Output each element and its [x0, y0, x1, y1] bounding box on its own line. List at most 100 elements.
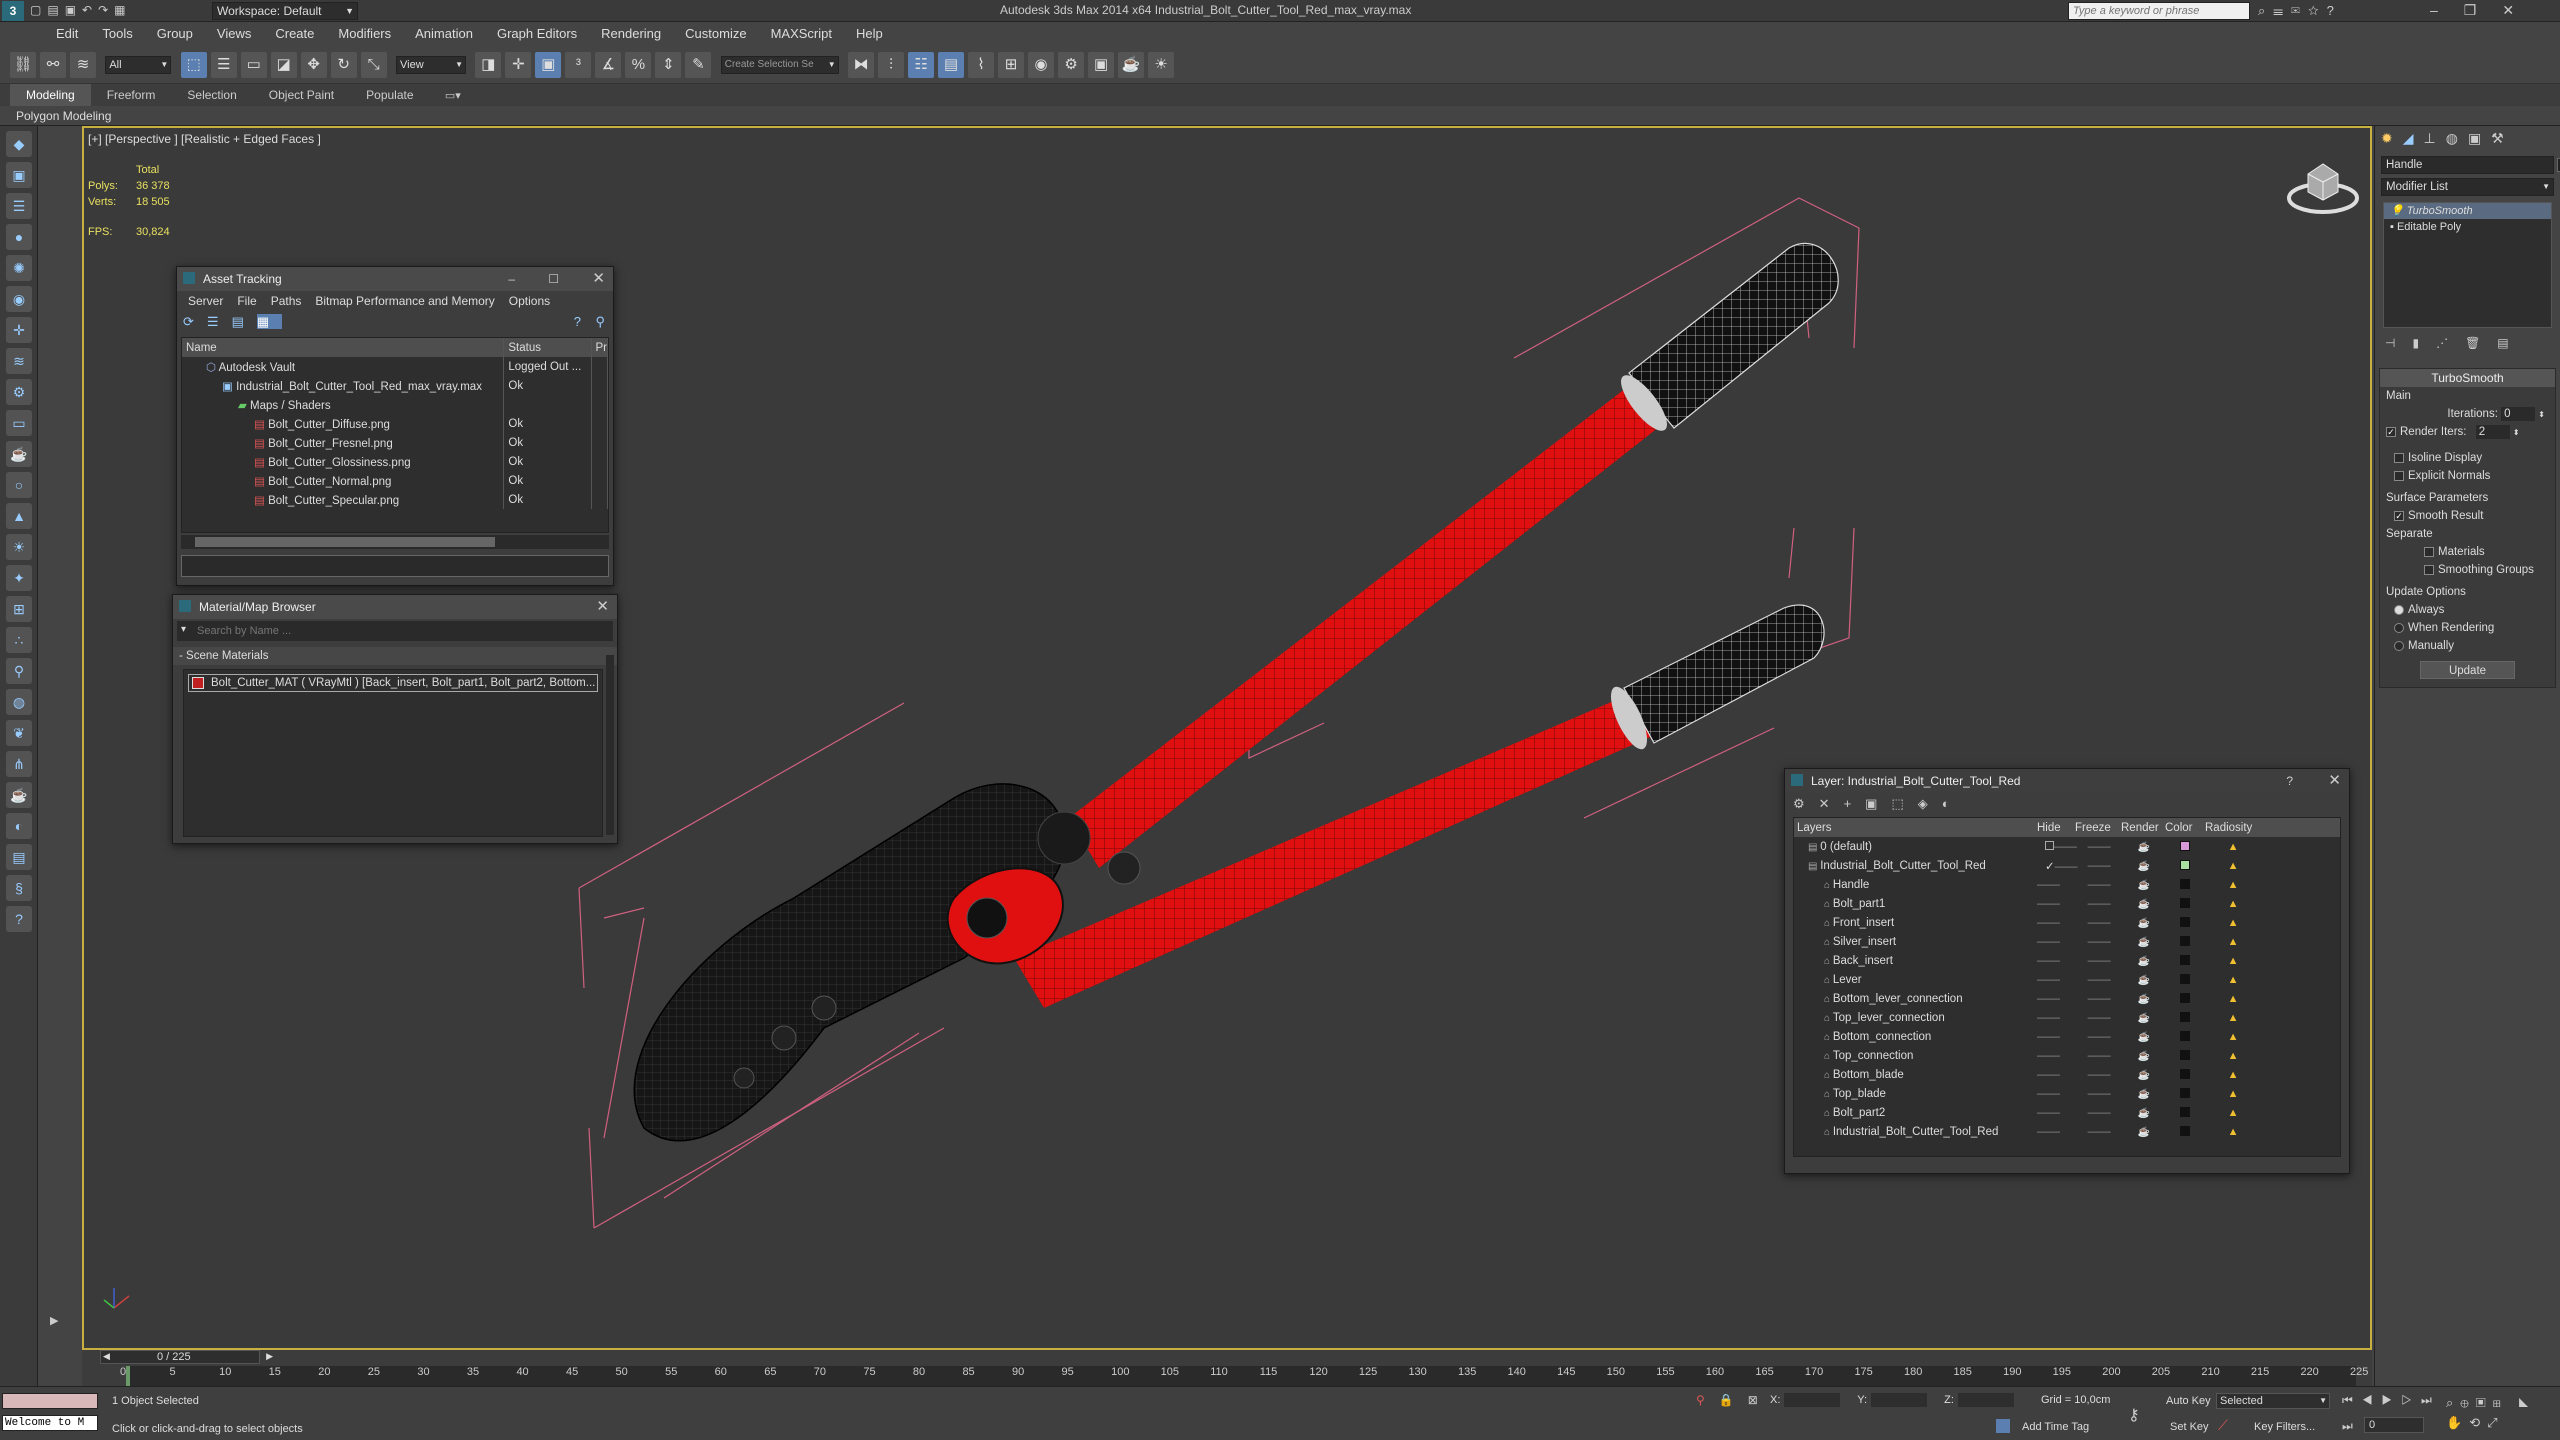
plane-icon[interactable]: ▭	[6, 410, 32, 436]
layer-row[interactable]: ⌂ Top_blade —— —— ☕ ▲	[1794, 1084, 2340, 1103]
hide-all-layers-icon[interactable]: ◐	[1942, 796, 1964, 811]
layer-color-swatch[interactable]	[2179, 1069, 2190, 1080]
menu-help[interactable]: Help	[844, 22, 895, 46]
menu-animation[interactable]: Animation	[403, 22, 485, 46]
field-of-view-icon[interactable]: ◣	[2519, 1395, 2536, 1410]
layer-color-swatch[interactable]	[2179, 917, 2190, 928]
sun-icon[interactable]: ☀	[6, 534, 32, 560]
lock-selection-icon[interactable]: 🔒	[1719, 1393, 1748, 1407]
menu-rendering[interactable]: Rendering	[589, 22, 673, 46]
ribbon-options-icon[interactable]: ▭▾	[445, 90, 461, 102]
motion-tab-icon[interactable]: ◍	[2446, 130, 2468, 146]
select-and-rotate-icon[interactable]: ↻	[330, 52, 357, 78]
hide-toggle[interactable]: ——	[2037, 1012, 2060, 1024]
globe-icon[interactable]: ◍	[6, 689, 32, 715]
modifier-list-dropdown[interactable]: Modifier List ▼	[2381, 178, 2554, 196]
layer-row[interactable]: ⌂ Bottom_blade —— —— ☕ ▲	[1794, 1065, 2340, 1084]
add-time-tag[interactable]: Add Time Tag	[2022, 1421, 2089, 1433]
percent-snap-icon[interactable]: %	[625, 52, 652, 78]
tab-populate[interactable]: Populate	[350, 84, 429, 106]
radiosity-icon[interactable]: ▲	[2228, 1050, 2239, 1062]
freeze-toggle[interactable]: ——	[2088, 879, 2111, 891]
prev-frame-icon[interactable]: ◀	[103, 1351, 110, 1362]
column-freeze[interactable]: Freeze	[2072, 818, 2118, 837]
update-button[interactable]: Update	[2420, 661, 2515, 679]
layer-row[interactable]: ⌂ Handle —— —— ☕ ▲	[1794, 875, 2340, 894]
hide-toggle[interactable]: ——	[2037, 955, 2060, 967]
current-layer-checkbox[interactable]	[2045, 840, 2054, 850]
new-icon[interactable]: ▢	[30, 3, 47, 17]
hide-toggle[interactable]: ——	[2037, 917, 2060, 929]
auto-key-selection-dropdown[interactable]: Selected ▼	[2216, 1393, 2330, 1409]
pin-stack-icon[interactable]: ⊣	[2385, 336, 2412, 350]
bone-icon[interactable]: ⚲	[6, 658, 32, 684]
hierarchy-tab-icon[interactable]: ⊥	[2424, 130, 2446, 146]
asset-tracking-titlebar[interactable]: Asset Tracking – ☐ ✕	[177, 267, 613, 291]
layer-row[interactable]: ▤ Industrial_Bolt_Cutter_Tool_Red ✓—— —— ☕ ▲	[1794, 856, 2340, 875]
layer-color-swatch[interactable]	[2179, 879, 2190, 890]
help-icon[interactable]: ?	[2286, 769, 2293, 793]
auto-key-button[interactable]: Auto Key	[2166, 1395, 2211, 1407]
maximize-icon[interactable]: ☐	[548, 267, 559, 291]
x-coordinate-field[interactable]	[1784, 1393, 1841, 1407]
column-name[interactable]: Name	[182, 338, 505, 357]
manipulate-icon[interactable]: ✛	[505, 52, 532, 78]
layer-color-swatch[interactable]	[2179, 1107, 2190, 1118]
teapot-render-icon[interactable]: ☕	[2138, 1070, 2150, 1081]
rendered-frame-window-icon[interactable]: ▣	[1088, 52, 1115, 78]
scene-materials-header[interactable]: - Scene Materials	[173, 647, 617, 665]
mirror-icon[interactable]: ⧓	[848, 52, 875, 78]
iterations-spinner[interactable]: 0	[2501, 407, 2536, 421]
menu-options[interactable]: Options	[502, 291, 557, 311]
teapot-render-icon[interactable]: ☕	[2138, 994, 2150, 1005]
select-in-layer-icon[interactable]: ⬚	[1891, 796, 1917, 811]
render-iters-checkbox[interactable]: ✓	[2386, 426, 2396, 437]
key-mode-icon[interactable]: ⏭	[2342, 1419, 2353, 1434]
teapot-render-icon[interactable]: ☕	[2138, 899, 2150, 910]
ribbon-polygon-modeling[interactable]: Polygon Modeling	[0, 106, 127, 126]
hide-toggle[interactable]: ——	[2037, 879, 2060, 891]
bind-space-warp-icon[interactable]: ≋	[70, 52, 96, 78]
hide-toggle[interactable]: ——	[2054, 841, 2077, 853]
create-layer-icon[interactable]: +	[1844, 796, 1866, 811]
go-to-start-icon[interactable]: ⏮	[2342, 1393, 2362, 1407]
help-search-field[interactable]	[2068, 2, 2250, 20]
zoom-extents-all-icon[interactable]: ⊞	[2493, 1395, 2508, 1410]
torus-icon[interactable]: ○	[6, 472, 32, 498]
vertical-scrollbar[interactable]	[606, 655, 614, 835]
freeze-toggle[interactable]: ——	[2088, 993, 2111, 1005]
hide-toggle[interactable]: ——	[2037, 1107, 2060, 1119]
angle-snap-icon[interactable]: ∡	[595, 52, 622, 78]
freeze-toggle[interactable]: ——	[2088, 1069, 2111, 1081]
layer-color-swatch[interactable]	[2179, 1126, 2190, 1137]
asset-path-field[interactable]	[181, 555, 609, 577]
rectangular-selection-icon[interactable]: ▭	[240, 52, 267, 78]
app-logo-icon[interactable]: 3	[2, 1, 24, 21]
when-rendering-radio[interactable]	[2394, 622, 2404, 633]
create-tab-icon[interactable]: ✹	[2381, 130, 2403, 146]
layer-color-swatch[interactable]	[2179, 936, 2190, 947]
radiosity-icon[interactable]: ▲	[2228, 860, 2239, 872]
radiosity-icon[interactable]: ▲	[2228, 1126, 2239, 1138]
select-by-name-icon[interactable]: ☰	[210, 52, 237, 78]
freeze-toggle[interactable]: ——	[2088, 898, 2111, 910]
freeze-toggle[interactable]: ——	[2088, 955, 2111, 967]
menu-paths[interactable]: Paths	[264, 291, 309, 311]
teapot-render-icon[interactable]: ☕	[2138, 937, 2150, 948]
camera-icon[interactable]: ◉	[6, 286, 32, 312]
zoom-all-icon[interactable]: ⊕	[2460, 1395, 2475, 1410]
play-icon[interactable]: ▶	[2382, 1393, 2402, 1407]
material-item[interactable]: Bolt_Cutter_MAT ( VRayMtl ) [Back_insert…	[188, 674, 598, 692]
layer-row[interactable]: ⌂ Front_insert —— —— ☕ ▲	[1794, 913, 2340, 932]
material-search-bar[interactable]: ▾	[177, 621, 613, 641]
time-cursor[interactable]	[126, 1366, 130, 1386]
maximize-viewport-icon[interactable]: ⤢	[2487, 1415, 2504, 1430]
omni-light-icon[interactable]: ✦	[6, 565, 32, 591]
pivot-center-icon[interactable]: ◨	[475, 52, 502, 78]
binoculars-icon[interactable]: ⌕	[2258, 3, 2273, 18]
table-row[interactable]: ▤ Bolt_Cutter_Diffuse.png Ok	[182, 414, 608, 433]
z-coordinate-field[interactable]	[1957, 1393, 2014, 1407]
systems-icon[interactable]: ⚙	[6, 379, 32, 405]
render-iters-spinner[interactable]: 2	[2475, 425, 2510, 439]
radiosity-icon[interactable]: ▲	[2228, 1107, 2239, 1119]
